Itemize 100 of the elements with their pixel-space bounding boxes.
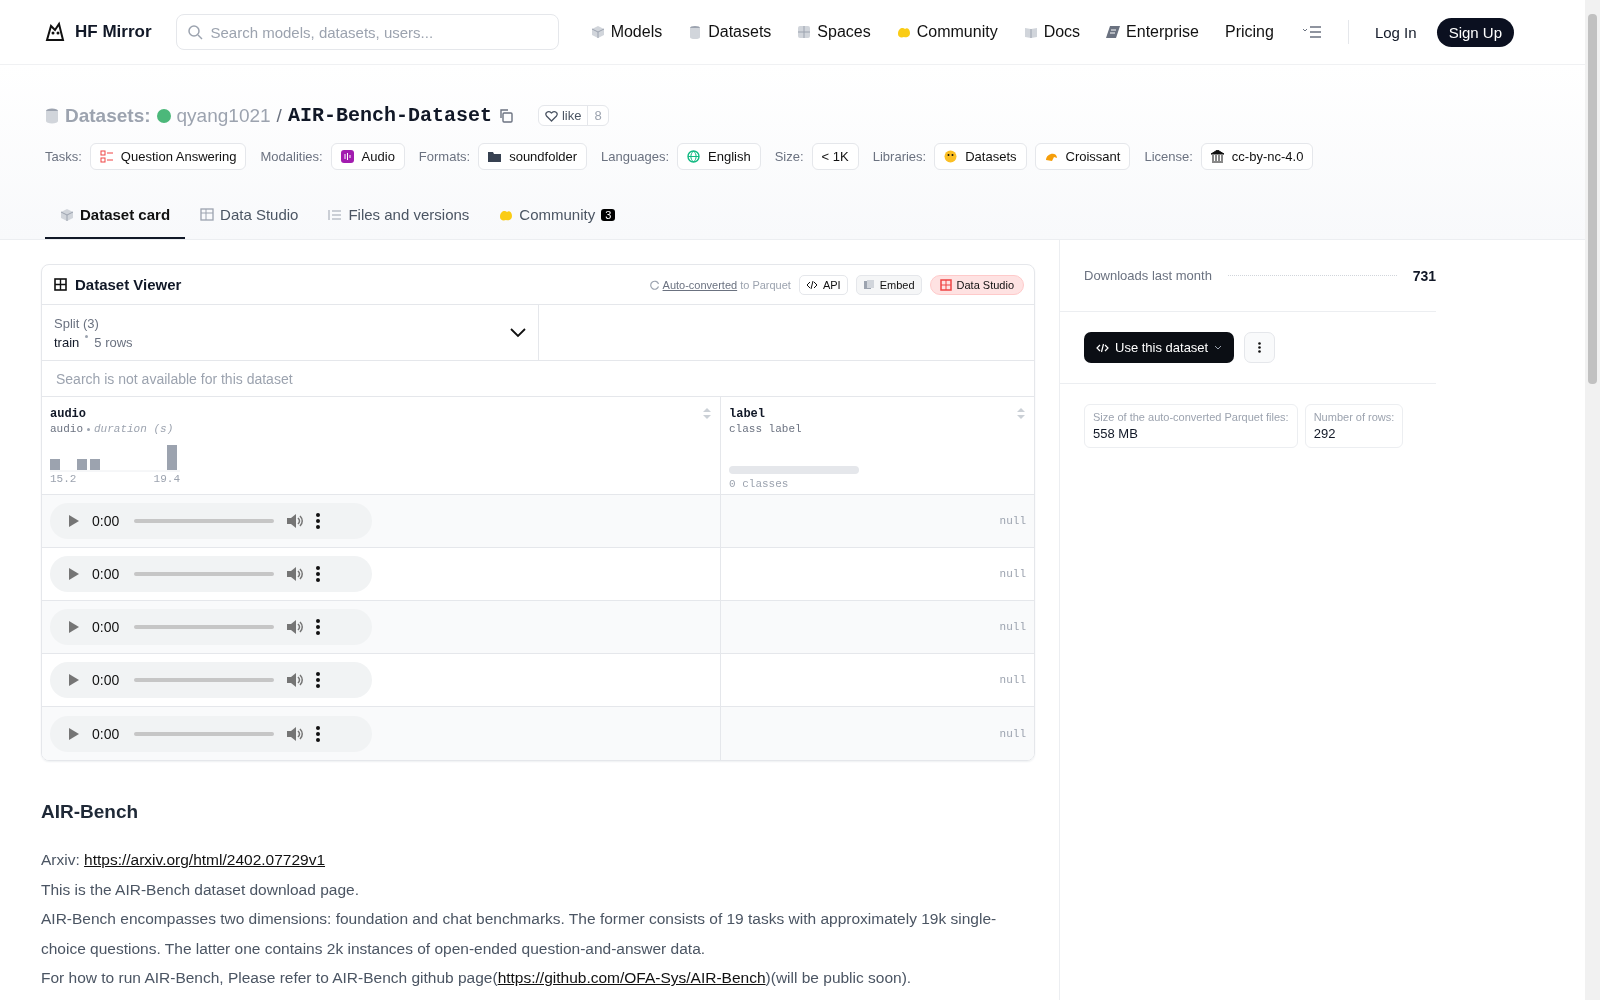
section-heading: AIR-Bench xyxy=(41,801,140,823)
panel-title: Dataset Viewer xyxy=(75,276,182,293)
tab[interactable]: Community 3 xyxy=(484,192,631,239)
table-cell: null xyxy=(999,674,1026,686)
nav-link[interactable]: Enterprise xyxy=(1098,19,1207,45)
refresh-icon xyxy=(649,279,660,290)
more-button[interactable] xyxy=(1244,332,1276,363)
tag[interactable]: soundfolder xyxy=(478,143,588,170)
heart-icon xyxy=(544,109,558,122)
list-icon xyxy=(99,150,113,163)
signup-button[interactable]: Sign Up xyxy=(1436,17,1514,47)
tab[interactable]: Files and versions xyxy=(313,192,485,239)
more-options-icon[interactable] xyxy=(316,619,320,635)
play-icon[interactable] xyxy=(68,673,80,687)
separator-dot-icon xyxy=(87,427,90,431)
column-type: audio xyxy=(50,423,83,435)
audio-player[interactable]: 0:00 xyxy=(50,609,372,645)
nav-link[interactable]: Docs xyxy=(1015,19,1089,45)
tag[interactable]: Question Answering xyxy=(89,143,247,170)
play-icon[interactable] xyxy=(68,726,80,741)
more-options-icon xyxy=(1258,342,1262,353)
files-icon xyxy=(328,207,343,222)
nav-link[interactable]: Community xyxy=(888,19,1006,45)
volume-icon[interactable] xyxy=(286,725,304,742)
nav-link[interactable]: Models xyxy=(582,19,671,45)
table-cell: null xyxy=(999,727,1026,740)
tag-group-label: Formats: xyxy=(418,149,471,164)
time-display: 0:00 xyxy=(92,672,121,688)
copy-icon[interactable] xyxy=(497,107,514,124)
tag-group-label: Languages: xyxy=(601,149,670,164)
scrollbar[interactable] xyxy=(1585,0,1600,1000)
volume-icon[interactable] xyxy=(286,672,304,688)
more-options-icon[interactable] xyxy=(316,672,320,688)
play-icon[interactable] xyxy=(68,514,80,528)
play-icon[interactable] xyxy=(68,567,80,581)
menu-icon[interactable] xyxy=(1301,25,1322,39)
tab[interactable]: Dataset card xyxy=(45,192,186,239)
auto-converted-link[interactable]: Auto-converted xyxy=(662,278,738,291)
more-options-icon[interactable] xyxy=(316,725,320,742)
login-link[interactable]: Log In xyxy=(1364,17,1427,47)
bank-icon xyxy=(1210,150,1224,163)
stat-value: 292 xyxy=(1313,426,1337,441)
tag[interactable]: English xyxy=(677,143,761,170)
more-options-icon[interactable] xyxy=(316,566,320,582)
use-dataset-button[interactable]: Use this dataset xyxy=(1084,332,1235,363)
tag[interactable]: cc-by-nc-4.0 xyxy=(1200,143,1314,170)
table-cell: null xyxy=(999,515,1026,527)
table-icon xyxy=(200,207,215,222)
paragraph: This is the AIR-Bench dataset download page. xyxy=(41,879,360,900)
audio-player[interactable]: 0:00 xyxy=(50,556,372,592)
column-name: audio xyxy=(50,407,86,421)
paragraph: AIR-Bench encompasses two dimensions: foundation and chat benchmarks. The former consists of 19 tasks with approximately 19k single-choice questions. The latter one contains 2k instances of open-ended question-and-answer data. xyxy=(41,909,998,959)
volume-icon[interactable] xyxy=(286,619,304,635)
audio-player[interactable]: 0:00 xyxy=(50,503,372,539)
tag[interactable]: < 1K xyxy=(811,143,859,170)
chevron-down-icon xyxy=(510,327,526,338)
dataset-name[interactable]: AIR-Bench-Dataset xyxy=(287,104,492,127)
nav-link[interactable]: Spaces xyxy=(789,19,879,45)
nav-link[interactable]: Datasets xyxy=(680,19,780,45)
class-summary: 0 classes xyxy=(729,478,790,490)
tag[interactable]: Datasets xyxy=(934,143,1027,170)
downloads-count: 731 xyxy=(1412,267,1436,284)
volume-icon[interactable] xyxy=(286,513,304,529)
column-subtype: duration (s) xyxy=(94,423,174,435)
time-display: 0:00 xyxy=(92,725,121,742)
nav-link[interactable]: Pricing xyxy=(1217,19,1282,45)
tag-group-label: Libraries: xyxy=(872,149,927,164)
column-type: class label xyxy=(729,423,802,435)
search-box[interactable]: Search models, datasets, users... xyxy=(175,14,559,50)
audio-player[interactable]: 0:00 xyxy=(50,662,372,698)
tag-group-label: Tasks: xyxy=(45,149,82,164)
toolbar-button[interactable]: Embed xyxy=(855,274,922,295)
axis-label: 15.2 xyxy=(50,473,77,485)
tag[interactable]: Croissant xyxy=(1034,143,1131,170)
volume-icon[interactable] xyxy=(286,566,304,582)
table-icon xyxy=(54,278,67,291)
scrollbar-thumb[interactable] xyxy=(1588,14,1597,384)
play-icon[interactable] xyxy=(68,620,80,634)
split-dropdown[interactable]: Split (3) train 5 rows xyxy=(42,305,539,360)
link[interactable]: https://arxiv.org/html/2402.07729v1 xyxy=(84,851,326,868)
tag[interactable]: Audio xyxy=(330,143,405,170)
stat-label: Number of rows: xyxy=(1313,411,1395,423)
site-name[interactable]: HF Mirror xyxy=(75,22,152,42)
link[interactable]: https://github.com/OFA-Sys/AIR-Bench xyxy=(497,969,766,987)
caret-icon xyxy=(1214,345,1223,350)
audio-player[interactable]: 0:00 xyxy=(50,715,372,752)
book-icon xyxy=(1023,25,1038,39)
globe-icon xyxy=(687,150,701,163)
more-options-icon[interactable] xyxy=(316,513,320,529)
stat-label: Size of the auto-converted Parquet files: xyxy=(1093,411,1289,423)
time-display: 0:00 xyxy=(92,513,121,529)
tab[interactable]: Data Studio xyxy=(185,192,314,239)
path-separator: / xyxy=(276,104,282,127)
mascot-icon xyxy=(43,20,67,44)
toolbar-button[interactable]: Data Studio xyxy=(929,274,1024,295)
tag-group-label: Modalities: xyxy=(260,149,323,164)
like-button[interactable]: like 8 xyxy=(537,105,609,126)
code-icon xyxy=(805,278,818,291)
paragraph: Arxiv: https://arxiv.org/html/2402.07729v1 xyxy=(41,850,327,870)
toolbar-button[interactable]: API xyxy=(798,274,848,295)
